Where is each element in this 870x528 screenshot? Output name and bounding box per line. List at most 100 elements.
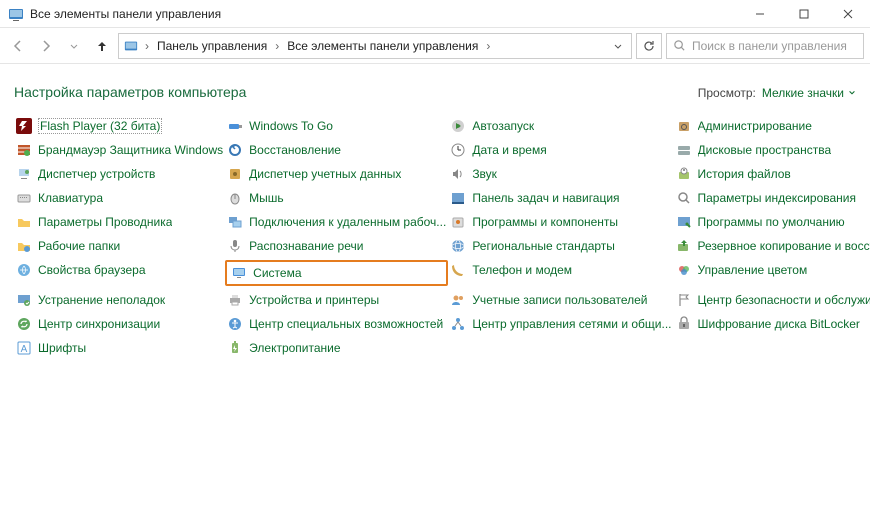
cp-item-remote-desktop[interactable]: Подключения к удаленным рабоч... bbox=[225, 212, 448, 232]
navbar: › Панель управления › Все элементы панел… bbox=[0, 28, 870, 64]
breadcrumb-root[interactable]: Панель управления bbox=[155, 39, 269, 53]
cp-item-device-manager[interactable]: Диспетчер устройств bbox=[14, 164, 225, 184]
forward-button[interactable] bbox=[34, 34, 58, 58]
chevron-right-icon[interactable]: › bbox=[484, 39, 492, 53]
item-label: Звук bbox=[472, 167, 497, 181]
close-button[interactable] bbox=[826, 0, 870, 28]
item-label: История файлов bbox=[698, 167, 791, 181]
cp-item-recovery[interactable]: Восстановление bbox=[225, 140, 448, 160]
firewall-icon bbox=[16, 142, 32, 158]
refresh-button[interactable] bbox=[636, 33, 662, 59]
search-box[interactable] bbox=[666, 33, 864, 59]
cp-item-sync-center[interactable]: Центр синхронизации bbox=[14, 314, 225, 334]
maximize-button[interactable] bbox=[782, 0, 826, 28]
storage-icon bbox=[676, 142, 692, 158]
cp-item-ease-of-access[interactable]: Центр специальных возможностей bbox=[225, 314, 448, 334]
folder-options-icon bbox=[16, 214, 32, 230]
cp-item-taskbar[interactable]: Панель задач и навигация bbox=[448, 188, 673, 208]
item-label: Автозапуск bbox=[472, 119, 534, 133]
cp-item-default-programs[interactable]: Программы по умолчанию bbox=[674, 212, 870, 232]
breadcrumb-current[interactable]: Все элементы панели управления bbox=[285, 39, 480, 53]
flag-icon bbox=[676, 292, 692, 308]
item-label: Брандмауэр Защитника Windows bbox=[38, 143, 223, 157]
cp-item-file-history[interactable]: История файлов bbox=[674, 164, 870, 184]
cp-item-autoplay[interactable]: Автозапуск bbox=[448, 116, 673, 136]
item-label: Администрирование bbox=[698, 119, 812, 133]
item-label: Дата и время bbox=[472, 143, 546, 157]
recent-dropdown-icon[interactable] bbox=[62, 34, 86, 58]
svg-text:A: A bbox=[21, 344, 28, 355]
item-label: Региональные стандарты bbox=[472, 239, 615, 253]
cp-item-mouse[interactable]: Мышь bbox=[225, 188, 448, 208]
cp-item-windows-to-go[interactable]: Windows To Go bbox=[225, 116, 448, 136]
page-title: Настройка параметров компьютера bbox=[14, 84, 698, 100]
item-label: Система bbox=[253, 266, 301, 280]
cp-item-flash-player[interactable]: Flash Player (32 бита) bbox=[14, 116, 225, 136]
cp-item-security-maintenance[interactable]: Центр безопасности и обслужив... bbox=[674, 290, 870, 310]
back-button[interactable] bbox=[6, 34, 30, 58]
cp-item-indexing[interactable]: Параметры индексирования bbox=[674, 188, 870, 208]
users-icon bbox=[450, 292, 466, 308]
minimize-button[interactable] bbox=[738, 0, 782, 28]
control-panel-icon bbox=[123, 38, 139, 54]
item-label: Клавиатура bbox=[38, 191, 103, 205]
cp-item-explorer-options[interactable]: Параметры Проводника bbox=[14, 212, 225, 232]
item-label: Шрифты bbox=[38, 341, 86, 355]
content-header: Настройка параметров компьютера Просмотр… bbox=[14, 84, 856, 100]
cp-item-speech[interactable]: Распознавание речи bbox=[225, 236, 448, 256]
fonts-icon: A bbox=[16, 340, 32, 356]
address-dropdown-icon[interactable] bbox=[609, 41, 627, 51]
usb-icon bbox=[227, 118, 243, 134]
cp-item-programs-features[interactable]: Программы и компоненты bbox=[448, 212, 673, 232]
cp-item-backup-restore[interactable]: Резервное копирование и восстан... bbox=[674, 236, 870, 256]
item-label: Центр синхронизации bbox=[38, 317, 160, 331]
view-selector[interactable]: Мелкие значки bbox=[762, 86, 856, 100]
search-input[interactable] bbox=[692, 39, 857, 53]
cp-item-phone-modem[interactable]: Телефон и модем bbox=[448, 260, 673, 280]
cp-item-sound[interactable]: Звук bbox=[448, 164, 673, 184]
device-manager-icon bbox=[16, 166, 32, 182]
item-label: Параметры Проводника bbox=[38, 215, 172, 229]
programs-icon bbox=[450, 214, 466, 230]
cp-item-credential-manager[interactable]: Диспетчер учетных данных bbox=[225, 164, 448, 184]
ease-of-access-icon bbox=[227, 316, 243, 332]
cp-item-fonts[interactable]: A Шрифты bbox=[14, 338, 225, 358]
address-bar[interactable]: › Панель управления › Все элементы панел… bbox=[118, 33, 632, 59]
cp-item-internet-options[interactable]: Свойства браузера bbox=[14, 260, 225, 280]
window-controls bbox=[738, 0, 870, 28]
network-icon bbox=[450, 316, 466, 332]
keyboard-icon bbox=[16, 190, 32, 206]
cp-item-date-time[interactable]: Дата и время bbox=[448, 140, 673, 160]
cp-item-storage-spaces[interactable]: Дисковые пространства bbox=[674, 140, 870, 160]
cp-item-color-management[interactable]: Управление цветом bbox=[674, 260, 870, 280]
cp-item-devices-printers[interactable]: Устройства и принтеры bbox=[225, 290, 448, 310]
item-label: Распознавание речи bbox=[249, 239, 363, 253]
search-icon bbox=[673, 39, 686, 52]
bitlocker-icon bbox=[676, 316, 692, 332]
up-button[interactable] bbox=[90, 34, 114, 58]
cp-item-work-folders[interactable]: Рабочие папки bbox=[14, 236, 225, 256]
cp-item-bitlocker[interactable]: Шифрование диска BitLocker bbox=[674, 314, 870, 334]
control-panel-icon bbox=[8, 6, 24, 22]
cp-item-region[interactable]: Региональные стандарты bbox=[448, 236, 673, 256]
cp-item-system[interactable]: Система bbox=[225, 260, 448, 286]
item-label: Подключения к удаленным рабоч... bbox=[249, 215, 446, 229]
item-label: Центр специальных возможностей bbox=[249, 317, 443, 331]
sync-icon bbox=[16, 316, 32, 332]
cp-item-power-options[interactable]: Электропитание bbox=[225, 338, 448, 358]
system-icon bbox=[231, 265, 247, 281]
cp-item-admin-tools[interactable]: Администрирование bbox=[674, 116, 870, 136]
indexing-icon bbox=[676, 190, 692, 206]
cp-item-firewall[interactable]: Брандмауэр Защитника Windows bbox=[14, 140, 225, 160]
chevron-right-icon[interactable]: › bbox=[273, 39, 281, 53]
cp-item-network-sharing[interactable]: Центр управления сетями и общи... bbox=[448, 314, 673, 334]
microphone-icon bbox=[227, 238, 243, 254]
item-label: Восстановление bbox=[249, 143, 341, 157]
items-grid: Flash Player (32 бита) Windows To Go Авт… bbox=[14, 116, 856, 358]
cp-item-keyboard[interactable]: Клавиатура bbox=[14, 188, 225, 208]
cp-item-troubleshooting[interactable]: Устранение неполадок bbox=[14, 290, 225, 310]
power-icon bbox=[227, 340, 243, 356]
internet-options-icon bbox=[16, 262, 32, 278]
cp-item-user-accounts[interactable]: Учетные записи пользователей bbox=[448, 290, 673, 310]
chevron-right-icon[interactable]: › bbox=[143, 39, 151, 53]
